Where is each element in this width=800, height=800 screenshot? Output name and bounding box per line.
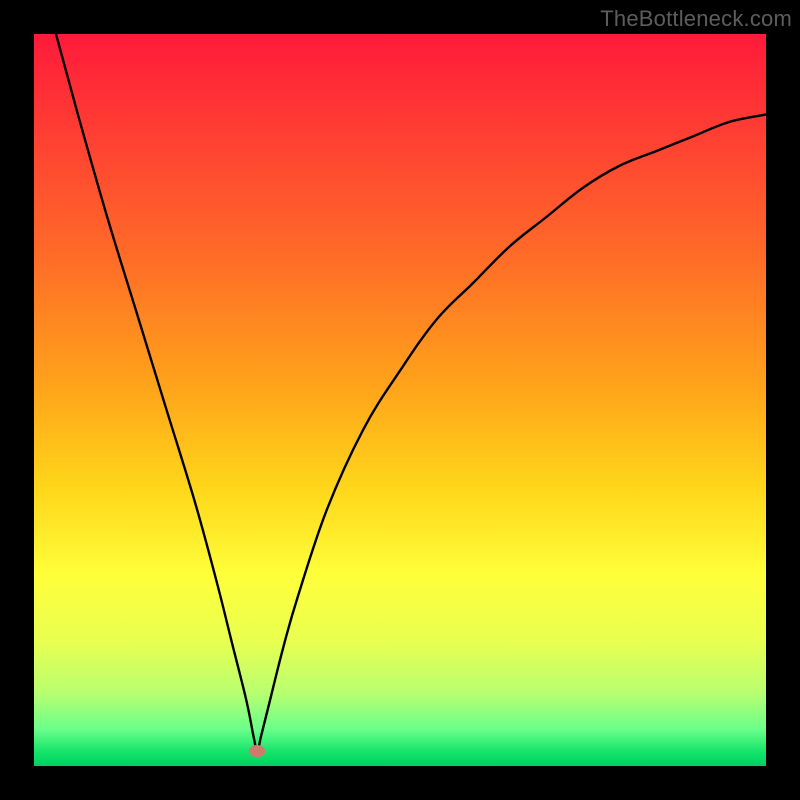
chart-frame: TheBottleneck.com (0, 0, 800, 800)
curve-line (56, 34, 766, 751)
curve-svg (34, 34, 766, 766)
minimum-marker (249, 745, 265, 757)
watermark-text: TheBottleneck.com (600, 6, 792, 32)
plot-area (34, 34, 766, 766)
